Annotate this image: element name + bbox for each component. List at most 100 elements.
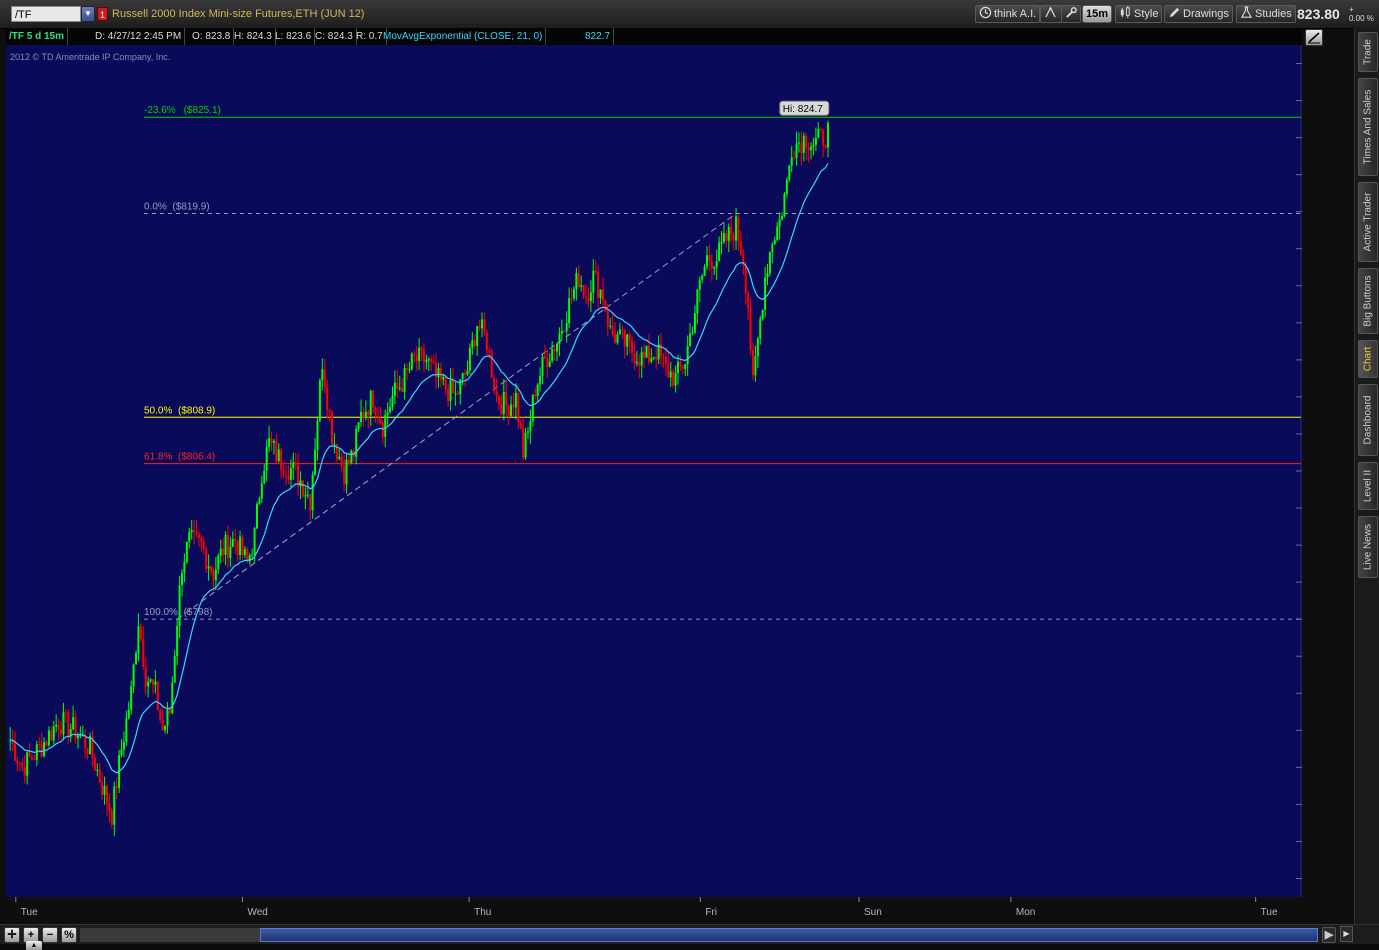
candle-body [488, 350, 491, 352]
chevron-down-icon: ▼ [84, 9, 92, 18]
pan-button[interactable]: ✛ [4, 927, 20, 943]
candle-body [164, 725, 167, 731]
expand-panel-button[interactable]: ▲ [26, 941, 42, 950]
candle-body [730, 226, 733, 235]
candle-body [768, 252, 771, 274]
candle-body [737, 216, 740, 242]
candle-body [599, 289, 602, 298]
candle-body [442, 376, 445, 380]
side-tab-big-buttons[interactable]: Big Buttons [1358, 268, 1378, 334]
candle-body [246, 549, 249, 562]
candle-body [45, 741, 48, 746]
expansion-area-button[interactable]: ▶ [1340, 926, 1353, 942]
candle-body [432, 361, 435, 364]
ema-study-label[interactable]: MovAvgExponential (CLOSE, 21, 0) [380, 28, 547, 45]
candle-body [771, 244, 774, 253]
candle-body [471, 340, 474, 348]
side-tab-label: Chart [1362, 346, 1374, 372]
fib-level-price: ($825.1) [184, 105, 221, 116]
candle-body [205, 549, 208, 569]
candle-body [739, 241, 742, 255]
fib-level-percent: 100.0% [144, 607, 178, 618]
candle-body [597, 272, 600, 298]
side-tab-trade[interactable]: Trade [1358, 32, 1378, 72]
side-tab-live-news[interactable]: Live News [1358, 516, 1378, 578]
scroll-right-button[interactable]: ▶ [1322, 927, 1336, 943]
candle-body [410, 353, 413, 370]
symbol-dropdown-button[interactable]: ▼ [81, 6, 95, 22]
side-tab-label: Level II [1362, 469, 1374, 503]
chart-tools-button[interactable] [1040, 5, 1062, 23]
candle-body [180, 573, 183, 586]
candle-body [226, 535, 229, 558]
candle-body [795, 143, 798, 158]
candle-body [142, 638, 145, 667]
candle-body [96, 769, 99, 771]
chevron-up-icon: ▲ [30, 942, 38, 949]
candle-body [754, 356, 757, 376]
time-tick-label: Thu [474, 907, 491, 918]
candle-body [531, 394, 534, 422]
candle-body [539, 375, 542, 385]
side-tab-times-and-sales[interactable]: Times And Sales [1358, 78, 1378, 176]
symbol-link-flag[interactable]: 1 [97, 7, 108, 21]
candle-body [667, 363, 670, 378]
candle-body [422, 349, 425, 363]
candle-body [706, 255, 709, 267]
candle-body [814, 137, 817, 145]
candle-body [425, 359, 428, 363]
scrollbar-track[interactable] [80, 928, 1318, 942]
candle-body [156, 681, 159, 711]
candle-body [485, 332, 488, 351]
side-tab-chart[interactable]: Chart [1358, 340, 1378, 378]
candle-body [689, 333, 692, 347]
candle-body [640, 352, 643, 366]
setup-button[interactable] [1061, 5, 1081, 23]
candle-body [507, 405, 510, 416]
drawings-button[interactable]: Drawings [1164, 5, 1233, 23]
candle-body [718, 242, 721, 262]
chart-scrollbar[interactable]: ✛ + − % ▶ [0, 924, 1379, 945]
candle-body [43, 741, 46, 757]
aggregation-period-button[interactable]: 15m [1082, 5, 1113, 23]
percent-scale-button[interactable]: % [61, 927, 77, 943]
candle-body [546, 358, 549, 367]
candle-body [64, 712, 67, 714]
candle-body [725, 233, 728, 241]
price-chart-svg: 2012 © TD Ameritrade IP Company, Inc. 78… [6, 45, 1337, 897]
price-chart[interactable]: 2012 © TD Ameritrade IP Company, Inc. 78… [6, 45, 1337, 897]
side-tab-level-ii[interactable]: Level II [1358, 462, 1378, 510]
zoom-out-button[interactable]: − [42, 927, 58, 943]
candle-body [57, 724, 60, 730]
bar-low: L: 823.6 [272, 28, 316, 45]
change-percent: 0.00 % [1349, 14, 1374, 23]
candle-body [28, 752, 31, 758]
chart-background [6, 45, 1302, 897]
scrollbar-thumb[interactable] [260, 928, 1318, 942]
style-button[interactable]: Style [1115, 5, 1163, 23]
candle-body [294, 462, 297, 466]
studies-button[interactable]: Studies [1236, 5, 1296, 23]
candle-body [326, 387, 329, 410]
think-ai-button[interactable]: think A.I. [975, 5, 1041, 23]
candle-body [621, 329, 624, 331]
candle-body [86, 748, 89, 755]
bottom-strip [0, 944, 1379, 950]
candle-body [650, 358, 653, 362]
candle-body [236, 541, 239, 555]
candle-body [826, 123, 829, 148]
candle-body [268, 438, 271, 448]
candle-body [147, 681, 150, 687]
candle-body [609, 326, 612, 328]
think-ai-label: think A.I. [994, 8, 1037, 20]
candle-body [633, 352, 636, 364]
candle-body [173, 656, 176, 683]
candle-body [817, 128, 820, 138]
side-tab-label: Active Trader [1362, 192, 1374, 252]
candle-body [802, 135, 805, 153]
symbol-input[interactable]: /TF [11, 6, 81, 22]
side-tab-dashboard[interactable]: Dashboard [1358, 384, 1378, 456]
side-tab-active-trader[interactable]: Active Trader [1358, 182, 1378, 262]
candle-body [679, 361, 682, 367]
chart-settings-button[interactable] [1305, 29, 1323, 46]
